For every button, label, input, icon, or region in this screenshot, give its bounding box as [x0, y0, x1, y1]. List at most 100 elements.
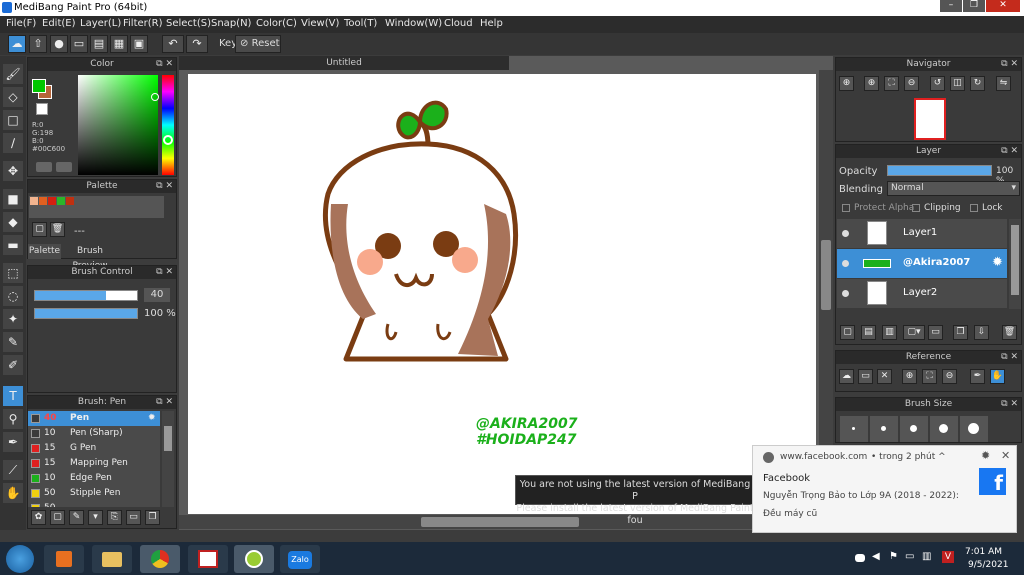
zoom-in-icon[interactable]: ⊕ — [902, 369, 917, 384]
color-swap-button[interactable] — [56, 162, 72, 172]
zoom-out-icon[interactable]: ⊖ — [942, 369, 957, 384]
close-button[interactable]: ✕ — [986, 0, 1020, 12]
maximize-button[interactable]: ❐ — [963, 0, 985, 12]
folder-icon[interactable]: ▭ — [858, 369, 873, 384]
menu-help[interactable]: Help — [480, 18, 503, 29]
comment-icon[interactable]: ● — [50, 35, 68, 53]
panel-close-icon[interactable]: ⧉ ✕ — [156, 396, 173, 409]
fit-icon[interactable]: ⛶ — [884, 76, 899, 91]
menu-cloud[interactable]: Cloud — [444, 18, 473, 29]
folder-icon[interactable]: ▭ — [126, 510, 141, 525]
brush-size-preset[interactable] — [930, 416, 958, 442]
list-item[interactable]: 10 Pen (Sharp) — [28, 426, 160, 441]
picker-cursor[interactable] — [151, 93, 159, 101]
line-tool-icon[interactable]: ∕ — [3, 133, 23, 153]
layer-row[interactable]: Layer1 — [837, 219, 1007, 248]
panel-close-icon[interactable]: ⧉ ✕ — [1001, 145, 1018, 158]
notification-toast[interactable]: www.facebook.com • trong 2 phút ^ ✹ ✕ Fa… — [752, 445, 1017, 533]
folder-icon[interactable]: ▭ — [928, 325, 943, 340]
eye-icon[interactable] — [842, 290, 849, 297]
new-layer-icon[interactable]: ▢ — [840, 325, 855, 340]
brush-opacity-slider[interactable] — [34, 308, 138, 319]
flip-icon[interactable]: ⇋ — [996, 76, 1011, 91]
panel-close-icon[interactable]: ⧉ ✕ — [1001, 58, 1018, 71]
menu-edit[interactable]: Edit(E) — [42, 18, 76, 29]
menu-file[interactable]: File(F) — [6, 18, 36, 29]
list-item[interactable]: 15 G Pen — [28, 441, 160, 456]
panel-close-icon[interactable]: ⧉ ✕ — [1001, 398, 1018, 411]
eye-icon[interactable] — [842, 230, 849, 237]
fit-icon[interactable]: ⛶ — [922, 369, 937, 384]
tray-flag-icon[interactable]: ⚑ — [889, 551, 898, 562]
layer-list-scrollbar[interactable] — [1009, 219, 1021, 309]
tray-network-icon[interactable]: ▥ — [922, 551, 931, 562]
layer-row[interactable]: @Akira2007 ✹ — [837, 249, 1007, 278]
tray-chat-icon[interactable] — [855, 554, 865, 562]
fill-rect-tool-icon[interactable]: ■ — [3, 189, 23, 209]
medibang-icon[interactable] — [234, 545, 274, 573]
hue-cursor[interactable] — [163, 135, 173, 145]
rotate-left-icon[interactable]: ↺ — [930, 76, 945, 91]
gradient-tool-icon[interactable]: ▬ — [3, 235, 23, 255]
brush-size-preset[interactable] — [870, 416, 898, 442]
list-item[interactable]: 50 — [28, 501, 160, 507]
select-pen-icon[interactable]: ✎ — [3, 332, 23, 352]
grid-icon[interactable]: ▦ — [110, 35, 128, 53]
foreground-color-swatch[interactable] — [32, 79, 46, 93]
tab-palette[interactable]: Palette — [28, 244, 61, 259]
menu-tool[interactable]: Tool(T) — [344, 18, 377, 29]
lasso-tool-icon[interactable]: ◌ — [3, 286, 23, 306]
operation-tool-icon[interactable]: ⚲ — [3, 409, 23, 429]
eyedropper-icon[interactable]: ⟋ — [3, 460, 23, 480]
hue-slider[interactable] — [162, 75, 174, 175]
list-item[interactable]: 15 Mapping Pen — [28, 456, 160, 471]
brush-add-icon[interactable]: ✿ — [31, 510, 46, 525]
gear-icon[interactable]: ✹ — [992, 255, 1003, 270]
palette-swatch[interactable] — [39, 197, 47, 205]
tray-antivirus-icon[interactable]: V — [942, 551, 954, 563]
zoom-out-icon[interactable]: ⊖ — [904, 76, 919, 91]
bucket-tool-icon[interactable]: ◆ — [3, 212, 23, 232]
brush-size-slider[interactable] — [34, 290, 138, 301]
list-item[interactable]: 10 Edge Pen — [28, 471, 160, 486]
brush-size-preset[interactable] — [960, 416, 988, 442]
cloud-icon[interactable]: ☁ — [8, 35, 26, 53]
merge-icon[interactable]: ⇩ — [974, 325, 989, 340]
panel-close-icon[interactable]: ⧉ ✕ — [156, 58, 173, 71]
layer-row[interactable]: Layer2 — [837, 279, 1007, 308]
duplicate-icon[interactable]: ❐ — [953, 325, 968, 340]
clock-time[interactable]: 7:01 AM — [965, 547, 1002, 557]
menu-window[interactable]: Window(W) — [385, 18, 442, 29]
brush-dropdown-icon[interactable]: ▾ — [88, 510, 103, 525]
media-player-icon[interactable] — [44, 545, 84, 573]
list-item[interactable]: 40 Pen ✹ — [28, 411, 160, 426]
palette-swatch[interactable] — [66, 197, 74, 205]
scrollbar-thumb[interactable] — [164, 426, 172, 451]
reset-view-icon[interactable]: ◫ — [950, 76, 965, 91]
new-palette-icon[interactable]: ▢ — [32, 222, 47, 237]
duplicate-icon[interactable]: ❐ — [145, 510, 160, 525]
hand-tool-icon[interactable]: ✋ — [3, 483, 23, 503]
move-tool-icon[interactable]: ✥ — [3, 161, 23, 181]
panel-close-icon[interactable]: ⧉ ✕ — [156, 266, 173, 279]
tab-brush-preview[interactable]: Brush Preview — [62, 244, 118, 271]
tray-volume-icon[interactable]: ◀ — [872, 551, 880, 562]
chrome-icon[interactable] — [140, 545, 180, 573]
brush-edit-icon[interactable]: ✎ — [69, 510, 84, 525]
panel-icon[interactable]: ▣ — [130, 35, 148, 53]
trash-icon[interactable]: 🗑 — [1002, 325, 1017, 340]
panel-close-icon[interactable]: ⧉ ✕ — [156, 180, 173, 193]
hand-icon[interactable]: ✋ — [990, 369, 1005, 384]
zalo-icon[interactable]: Zalo — [280, 545, 320, 573]
eye-icon[interactable] — [842, 260, 849, 267]
select-tool-icon[interactable]: ⬚ — [3, 263, 23, 283]
menu-snap[interactable]: Snap(N) — [211, 18, 251, 29]
transparent-swatch[interactable] — [36, 103, 48, 115]
brush-tool-icon[interactable]: 🖌 — [3, 64, 23, 84]
blending-select[interactable]: Normal ▾ — [887, 181, 1020, 196]
zoom-in-icon[interactable]: ⊕ — [839, 76, 854, 91]
brush-size-preset[interactable] — [840, 416, 868, 442]
layer-opacity-slider[interactable] — [887, 165, 992, 176]
clipping-checkbox[interactable] — [912, 204, 920, 212]
eraser-tool-icon[interactable]: ◇ — [3, 87, 23, 107]
